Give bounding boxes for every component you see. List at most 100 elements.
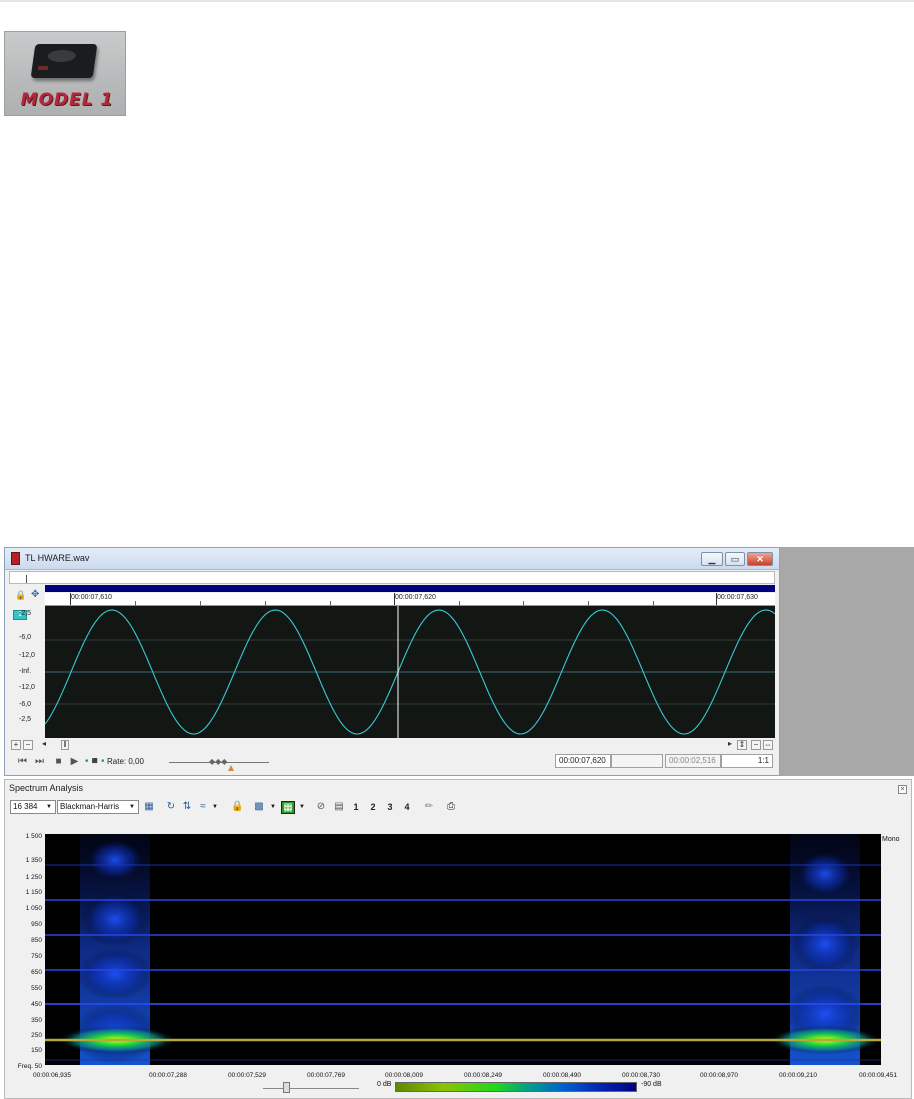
play-icon[interactable]: ▶ [69, 756, 80, 767]
time-mark: 00:00:07,610 [70, 593, 112, 605]
selection-end-field[interactable] [611, 754, 663, 768]
waveform-window-title: TL HWARE.wav [25, 553, 90, 563]
sonogram-view-icon[interactable]: ▦ [281, 801, 295, 814]
logo-text: MODEL 1 [20, 90, 114, 110]
scroll-right-button[interactable]: ▸ [725, 740, 735, 750]
lock-icon[interactable]: 🔒 [15, 590, 26, 600]
frequency-label: 1 350 [25, 857, 42, 864]
frequency-label: 850 [31, 937, 42, 944]
waveform-display[interactable] [44, 606, 776, 738]
console-logo-image: MODEL 1 [4, 31, 126, 116]
chevron-down-icon[interactable]: ▼ [267, 801, 279, 813]
fft-size-select[interactable]: 16 384 ▼ [10, 800, 56, 814]
spectrum-panel-title: Spectrum Analysis [9, 783, 84, 793]
lock-icon[interactable]: 🔒 [231, 801, 243, 813]
statistics-icon[interactable]: ▤ [333, 801, 345, 813]
snapshot-2-button[interactable]: 2 [368, 801, 378, 813]
minimize-button[interactable]: ▁ [701, 552, 723, 566]
eraser-icon[interactable]: ✏ [423, 801, 435, 813]
waveform-titlebar[interactable]: TL HWARE.wav ▁ ▭ ✕ [5, 548, 779, 570]
graph-type-icon[interactable]: ▩ [253, 801, 265, 813]
maximize-button[interactable]: ▭ [725, 552, 745, 566]
waveform-svg [44, 606, 776, 738]
frequency-label: 650 [31, 969, 42, 976]
level-zoom-button[interactable]: ⇕ [737, 740, 747, 750]
snap-icon[interactable]: ✥ [31, 590, 41, 600]
window-function-select[interactable]: Blackman-Harris ▼ [57, 800, 139, 814]
frequency-label: 1 500 [25, 833, 42, 840]
spectrum-analysis-panel: Spectrum Analysis × 16 384 ▼ Blackman-Ha… [4, 779, 912, 1099]
transport-bar: ⏮ ⏭ ■ ▶ •◾• Rate: 0,00 ◆◆◆ 00:00:07,620 … [9, 752, 775, 772]
time-mark: 00:00:07,630 [716, 593, 758, 605]
spectrogram-display[interactable] [45, 834, 881, 1065]
snapshot-1-button[interactable]: 1 [351, 801, 361, 813]
chevron-down-icon[interactable]: ▼ [209, 801, 221, 813]
game-console-icon [30, 44, 98, 78]
stop-icon[interactable]: ■ [53, 756, 64, 767]
time-ruler[interactable]: 00:00:07,610 00:00:07,620 00:00:07,630 [45, 593, 775, 606]
colorbar-high-label: -90 dB [641, 1081, 662, 1088]
scroll-left-button[interactable]: ◂ [39, 740, 49, 750]
db-label: -12,0 [19, 684, 35, 691]
marker-ruler[interactable] [9, 571, 775, 584]
snapshot-3-button[interactable]: 3 [385, 801, 395, 813]
zoom-out-button[interactable]: − [23, 740, 33, 750]
selection-length-field[interactable]: 00:00:02,516 [665, 754, 721, 768]
screenshot: MODEL 1 TL HWARE.wav ▁ ▭ ✕ 00:00:07,610 … [0, 0, 914, 1099]
frequency-label: 1 050 [25, 905, 42, 912]
rate-slider-thumb[interactable]: ◆◆◆ [209, 757, 227, 766]
rate-marker-icon [228, 765, 234, 771]
zoom-in-button[interactable]: + [11, 740, 21, 750]
time-label: 00:00:09,451 [859, 1072, 897, 1079]
time-mark: 00:00:07,620 [394, 593, 436, 605]
window-function-value: Blackman-Harris [60, 802, 120, 811]
chevron-down-icon: ▼ [129, 804, 135, 810]
snapshot-4-button[interactable]: 4 [402, 801, 412, 813]
range-slider-thumb[interactable] [283, 1082, 290, 1093]
time-label: 00:00:08,730 [622, 1072, 660, 1079]
panel-close-button[interactable]: × [898, 785, 907, 794]
db-label: -2,5 [19, 716, 32, 723]
close-button[interactable]: ✕ [747, 552, 773, 566]
print-icon[interactable]: ⎙ [445, 801, 457, 813]
db-label: -6,0 [19, 634, 32, 641]
energy-blob [85, 838, 145, 882]
energy-blob [795, 850, 855, 898]
level-zoom-out-button[interactable]: − [751, 740, 761, 750]
settings-icon[interactable]: ▦ [143, 801, 155, 813]
play-normal-icon[interactable]: •◾• [85, 756, 104, 767]
color-scale-bar [395, 1082, 637, 1092]
time-label: 00:00:07,769 [307, 1072, 345, 1079]
time-label: 00:00:08,009 [385, 1072, 423, 1079]
display-mode-icon[interactable]: ≈ [197, 801, 209, 813]
waveform-scrollbar[interactable]: + − ◂ ‖ ▸ ⇕ − ⇔ [9, 740, 775, 750]
follow-cursor-icon[interactable]: ⇅ [181, 801, 193, 813]
range-slider[interactable] [263, 1088, 359, 1089]
cursor-position-field[interactable]: 00:00:07,620 [555, 754, 611, 768]
level-fit-button[interactable]: ⇔ [763, 740, 773, 750]
waveform-window: TL HWARE.wav ▁ ▭ ✕ 00:00:07,610 00:00:07… [4, 547, 780, 776]
frequency-label: 350 [31, 1017, 42, 1024]
refresh-icon[interactable]: ↻ [165, 801, 177, 813]
disable-icon[interactable]: ⊘ [315, 801, 327, 813]
top-divider [0, 0, 914, 2]
db-label: -2,5 [19, 610, 32, 617]
colorbar-low-label: 0 dB [377, 1081, 392, 1088]
time-label: 00:00:08,970 [700, 1072, 738, 1079]
frequency-label: 1 150 [25, 889, 42, 896]
scroll-thumb[interactable]: ‖ [61, 740, 69, 750]
time-label: 00:00:07,288 [149, 1072, 187, 1079]
energy-blob [77, 948, 153, 1000]
time-label: 00:00:07,529 [228, 1072, 266, 1079]
fft-size-value: 16 384 [13, 802, 38, 811]
frequency-label: 550 [31, 985, 42, 992]
go-to-start-icon[interactable]: ⏮ [17, 756, 28, 767]
channel-label: Mono [882, 836, 900, 843]
chevron-down-icon[interactable]: ▼ [296, 801, 308, 813]
frequency-label: 150 [31, 1047, 42, 1054]
zoom-ratio-field[interactable]: 1:1 [721, 754, 773, 768]
frequency-label: Freq. 50 [17, 1063, 42, 1070]
energy-blob [791, 914, 859, 974]
overview-navigation-bar[interactable] [45, 585, 775, 592]
go-to-end-icon[interactable]: ⏭ [34, 756, 45, 767]
